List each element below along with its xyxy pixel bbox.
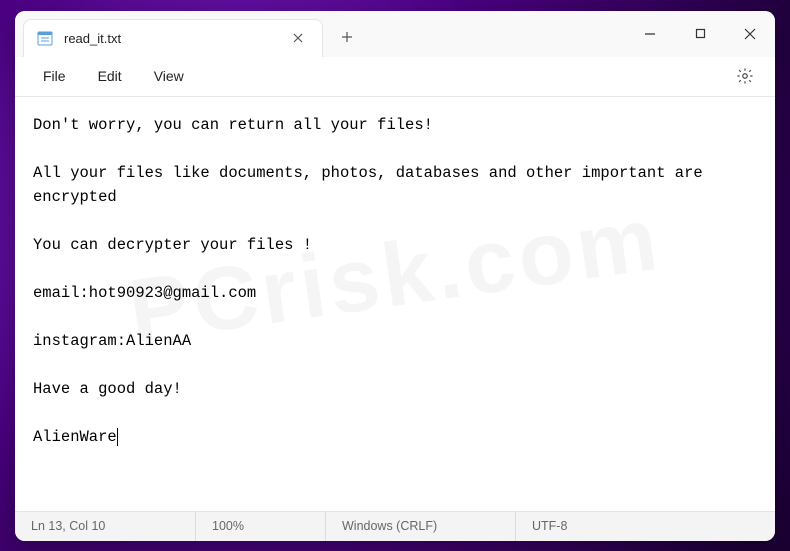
titlebar: read_it.txt bbox=[15, 11, 775, 57]
maximize-button[interactable] bbox=[675, 11, 725, 57]
window-controls bbox=[625, 11, 775, 57]
settings-button[interactable] bbox=[727, 58, 763, 94]
document-text: Don't worry, you can return all your fil… bbox=[33, 116, 712, 446]
notepad-icon bbox=[36, 29, 54, 47]
close-button[interactable] bbox=[725, 11, 775, 57]
status-eol: Windows (CRLF) bbox=[325, 512, 515, 541]
menubar: File Edit View bbox=[15, 57, 775, 97]
text-caret bbox=[117, 428, 118, 446]
status-position: Ln 13, Col 10 bbox=[15, 512, 195, 541]
notepad-window: PCrisk.com read_it.txt bbox=[15, 11, 775, 541]
status-encoding: UTF-8 bbox=[515, 512, 775, 541]
menu-view[interactable]: View bbox=[138, 62, 200, 90]
menu-file[interactable]: File bbox=[27, 62, 82, 90]
tab-title: read_it.txt bbox=[64, 31, 276, 46]
tab-close-button[interactable] bbox=[286, 26, 310, 50]
new-tab-button[interactable] bbox=[329, 19, 365, 55]
status-zoom[interactable]: 100% bbox=[195, 512, 325, 541]
menu-edit[interactable]: Edit bbox=[82, 62, 138, 90]
document-tab[interactable]: read_it.txt bbox=[23, 19, 323, 57]
minimize-button[interactable] bbox=[625, 11, 675, 57]
statusbar: Ln 13, Col 10 100% Windows (CRLF) UTF-8 bbox=[15, 511, 775, 541]
text-editor-area[interactable]: Don't worry, you can return all your fil… bbox=[15, 97, 775, 511]
